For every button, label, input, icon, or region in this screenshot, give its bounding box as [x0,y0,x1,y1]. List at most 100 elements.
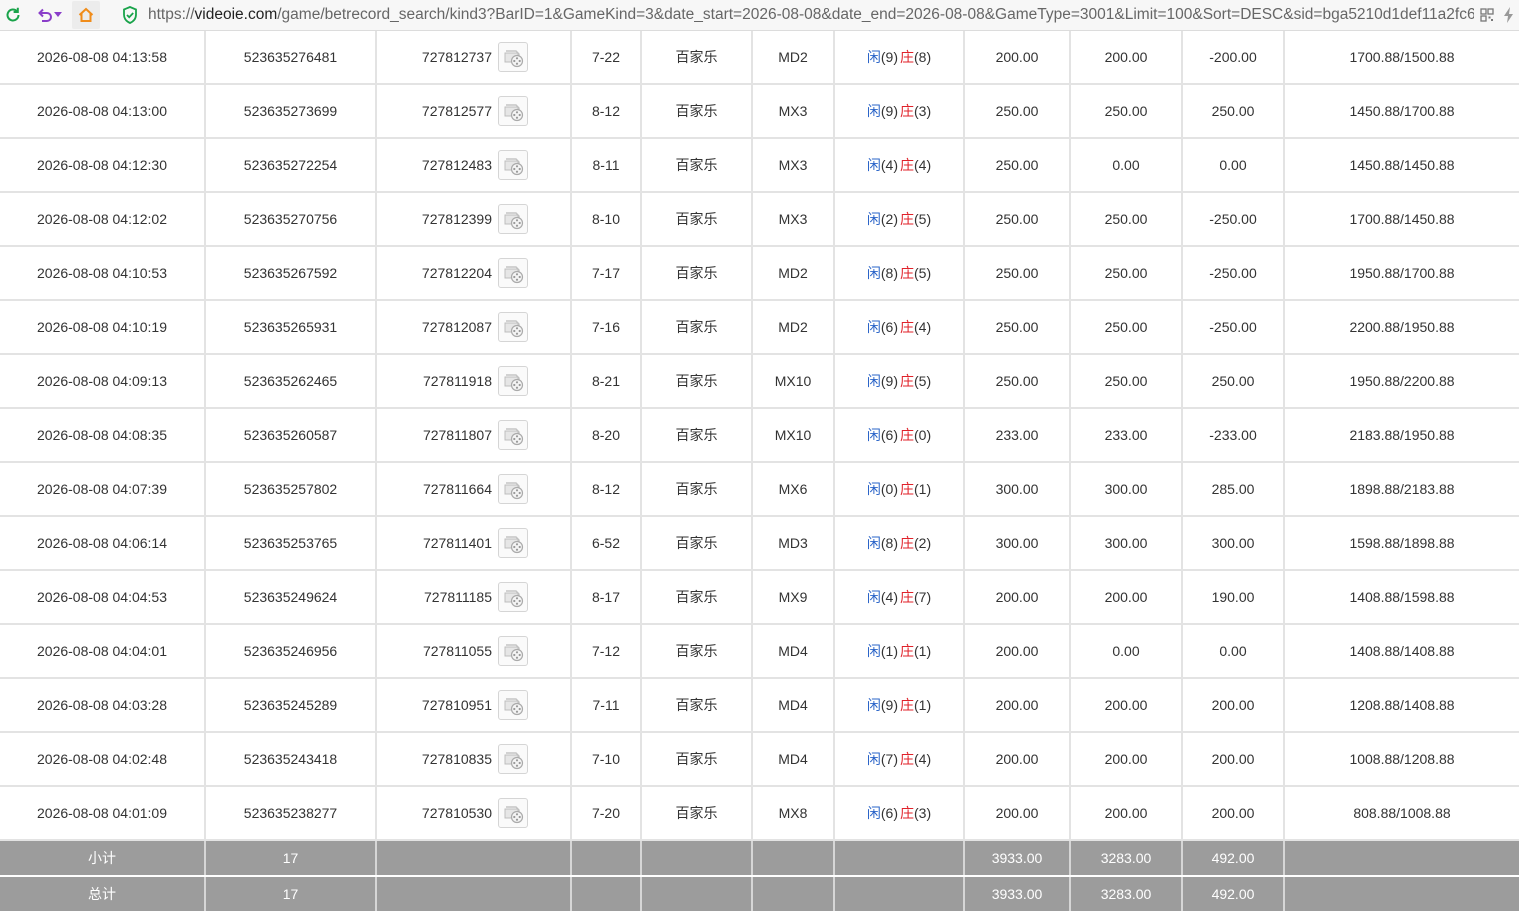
player-points: (6) [880,319,898,335]
banker-label: 庄 [900,211,914,227]
home-icon[interactable] [72,1,100,29]
table-code: MX3 [752,192,835,247]
banker-label: 庄 [900,319,914,335]
player-points: (9) [880,49,898,65]
bet-amount: 200.00 [964,31,1071,85]
address-bar[interactable]: https://videoie.com/game/betrecord_searc… [148,5,1474,25]
banker-label: 庄 [900,481,914,497]
balance: 2200.88/1950.88 [1284,300,1519,355]
valid-bet: 200.00 [1070,31,1183,85]
total-bet: 3933.00 [964,876,1071,913]
video-replay-icon[interactable] [498,636,528,666]
game-number: 727810835 [421,751,492,767]
bet-number: 523635249624 [205,570,377,625]
player-label: 闲 [866,427,881,443]
video-replay-icon[interactable] [498,258,528,288]
bet-number: 523635245289 [205,678,377,733]
result-cell: 闲(8) 庄(2) [834,516,965,571]
total-valid: 3283.00 [1070,876,1183,913]
win-loss: 250.00 [1182,354,1285,409]
player-points: (4) [880,157,898,173]
valid-bet: 300.00 [1070,462,1183,517]
player-label: 闲 [866,589,881,605]
game-name: 百家乐 [641,84,753,139]
subtotal-empty [641,840,753,877]
video-replay-icon[interactable] [498,474,528,504]
banker-points: (4) [914,319,932,335]
game-name: 百家乐 [641,138,753,193]
total-win: 492.00 [1182,876,1285,913]
bet-amount: 250.00 [964,246,1071,301]
refresh-icon[interactable] [2,4,24,26]
total-empty [376,876,572,913]
table-row: 2026-08-08 04:01:09 523635238277 727810530… [0,786,1519,841]
chevron-down-icon[interactable] [53,4,63,26]
table-row: 2026-08-08 04:12:30 523635272254 727812483… [0,138,1519,193]
player-points: (4) [880,589,898,605]
video-replay-icon[interactable] [498,528,528,558]
player-label: 闲 [866,481,881,497]
table-row: 2026-08-08 04:04:01 523635246956 727811055… [0,624,1519,679]
bet-amount: 250.00 [964,354,1071,409]
player-points: (9) [880,103,898,119]
win-loss: 190.00 [1182,570,1285,625]
video-replay-icon[interactable] [498,420,528,450]
table-row: 2026-08-08 04:08:35 523635260587 727811807… [0,408,1519,463]
player-points: (2) [880,211,898,227]
balance: 1008.88/1208.88 [1284,732,1519,787]
banker-label: 庄 [900,103,914,119]
video-replay-icon[interactable] [498,96,528,126]
url-path: /game/betrecord_search/kind3?BarID=1&Gam… [277,6,1474,23]
table-code: MD2 [752,31,835,85]
banker-points: (3) [914,805,932,821]
round-number: 8-10 [571,192,642,247]
player-points: (6) [880,427,898,443]
bet-amount: 200.00 [964,570,1071,625]
total-empty [641,876,753,913]
player-points: (7) [880,751,898,767]
lightning-icon[interactable] [1498,4,1519,26]
player-label: 闲 [866,697,881,713]
table-row: 2026-08-08 04:09:13 523635262465 727811918… [0,354,1519,409]
undo-icon[interactable] [33,4,55,26]
video-replay-icon[interactable] [498,150,528,180]
bet-time: 2026-08-08 04:13:00 [0,84,206,139]
table-code: MD4 [752,624,835,679]
total-empty [834,876,965,913]
table-code: MD2 [752,246,835,301]
video-replay-icon[interactable] [498,798,528,828]
table-row: 2026-08-08 04:13:58 523635276481 727812737… [0,31,1519,85]
valid-bet: 200.00 [1070,732,1183,787]
result-cell: 闲(6) 庄(0) [834,408,965,463]
game-number-cell: 727812483 [376,138,572,193]
bet-time: 2026-08-08 04:13:58 [0,31,206,85]
balance: 1208.88/1408.88 [1284,678,1519,733]
qr-code-icon[interactable] [1476,4,1498,26]
video-replay-icon[interactable] [498,582,528,612]
bet-number: 523635276481 [205,31,377,85]
bet-amount: 250.00 [964,192,1071,247]
table-row: 2026-08-08 04:13:00 523635273699 727812577… [0,84,1519,139]
game-number: 727811664 [422,481,492,497]
banker-points: (7) [914,589,932,605]
bet-amount: 233.00 [964,408,1071,463]
bet-time: 2026-08-08 04:07:39 [0,462,206,517]
banker-points: (1) [914,697,932,713]
video-replay-icon[interactable] [498,42,528,72]
video-replay-icon[interactable] [498,204,528,234]
valid-bet: 0.00 [1070,624,1183,679]
bet-time: 2026-08-08 04:08:35 [0,408,206,463]
video-replay-icon[interactable] [498,744,528,774]
table-code: MX3 [752,84,835,139]
subtotal-count: 17 [205,840,377,877]
video-replay-icon[interactable] [498,312,528,342]
table-row: 2026-08-08 04:02:48 523635243418 727810835… [0,732,1519,787]
game-number: 727810951 [421,697,492,713]
video-replay-icon[interactable] [498,366,528,396]
bet-amount: 200.00 [964,678,1071,733]
banker-points: (2) [914,535,932,551]
video-replay-icon[interactable] [498,690,528,720]
bet-number: 523635260587 [205,408,377,463]
total-empty [1284,876,1519,913]
win-loss: 250.00 [1182,84,1285,139]
